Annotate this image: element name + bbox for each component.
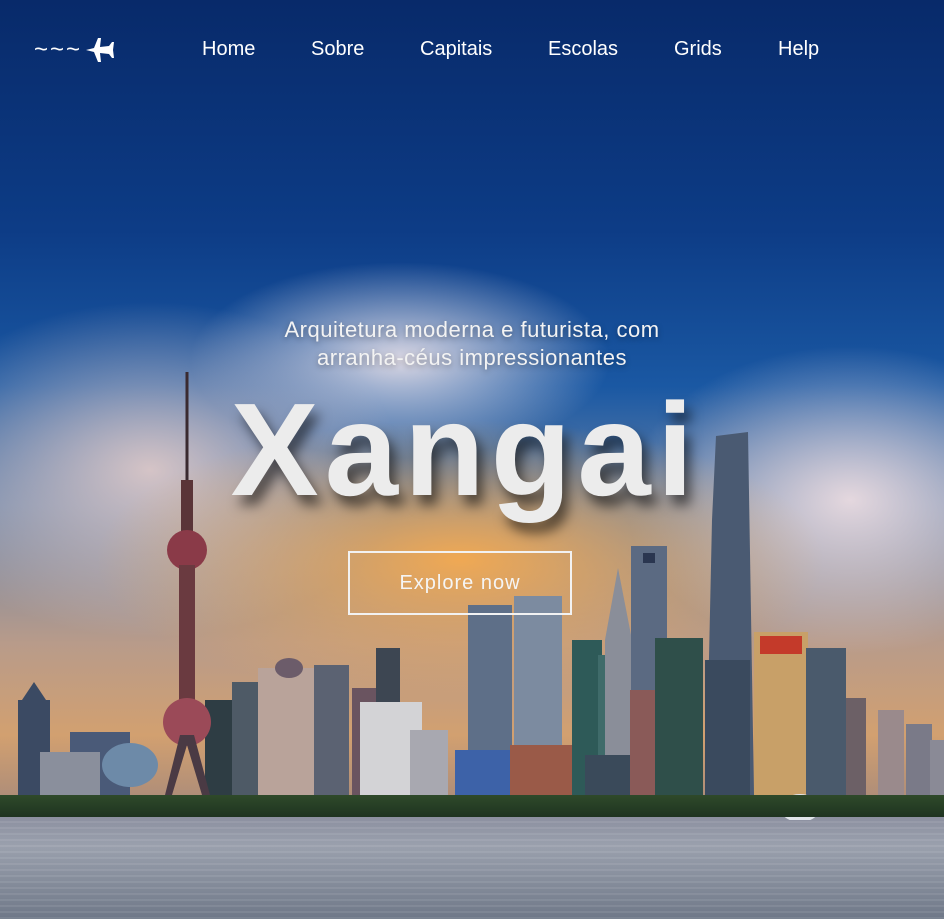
nav-grids[interactable]: Grids	[674, 38, 722, 61]
nav-escolas[interactable]: Escolas	[548, 38, 618, 61]
hero-subtitle: Arquitetura moderna e futurista, com arr…	[0, 316, 944, 372]
hero-subtitle-line-1: Arquitetura moderna e futurista, com	[284, 317, 660, 342]
airplane-icon	[86, 38, 115, 62]
nav-help[interactable]: Help	[778, 38, 819, 61]
hero-title: Xangai	[230, 376, 700, 523]
hero-subtitle-line-2: arranha-céus impressionantes	[317, 345, 627, 370]
river-reflection	[0, 815, 944, 919]
nav-sobre[interactable]: Sobre	[311, 38, 364, 61]
logo[interactable]: ~~~	[34, 34, 116, 66]
top-navigation: ~~~ Home Sobre Capitais Escolas Grids He…	[0, 0, 944, 100]
logo-text: ~~~	[34, 36, 83, 63]
explore-now-button[interactable]: Explore now	[348, 551, 572, 615]
nav-home[interactable]: Home	[202, 38, 255, 61]
riverbank-trees	[0, 795, 944, 817]
nav-capitais[interactable]: Capitais	[420, 38, 492, 61]
